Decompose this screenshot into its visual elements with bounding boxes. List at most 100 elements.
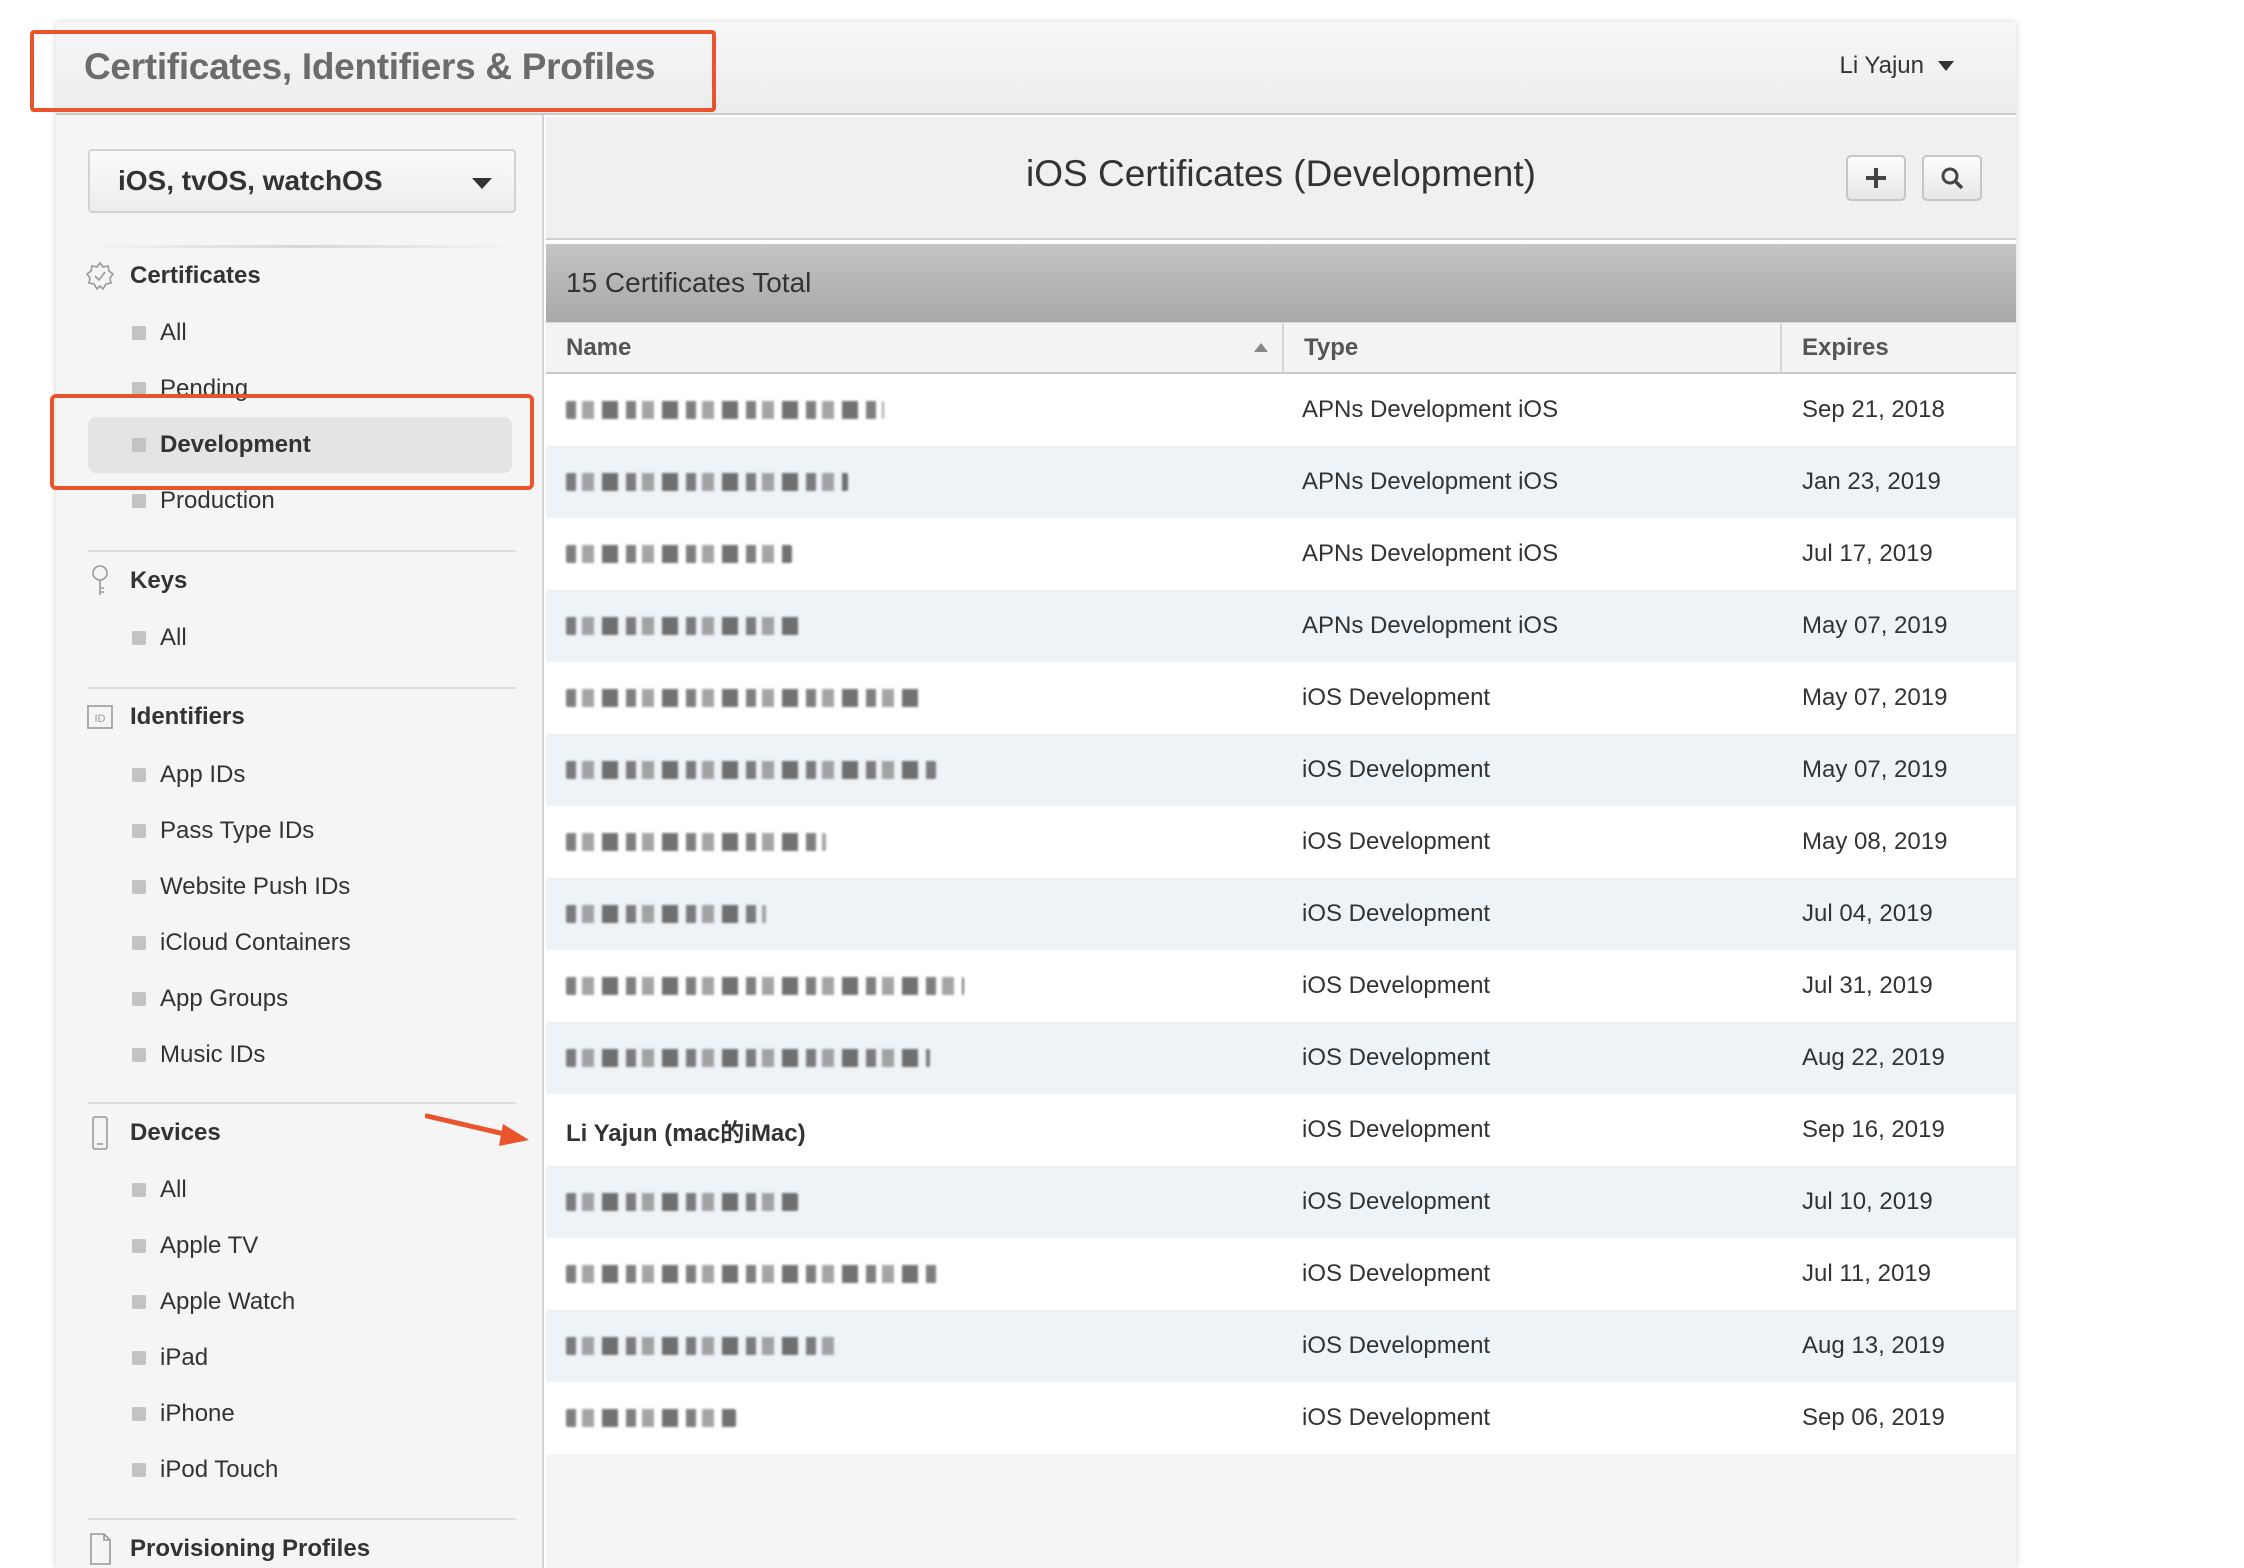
cell-type: iOS Development <box>1302 684 1491 711</box>
document-icon <box>84 1533 116 1565</box>
redacted-name <box>566 1193 798 1211</box>
sidebar-item-devices-all[interactable]: All <box>132 1176 187 1204</box>
table-row[interactable]: APNs Development iOS Sep 21, 2018 <box>546 374 2016 446</box>
sidebar-item-icloud-containers[interactable]: iCloud Containers <box>132 929 351 957</box>
search-button[interactable] <box>1922 155 1982 201</box>
sidebar-item-label: iCloud Containers <box>160 929 351 956</box>
table-row[interactable]: iOS Development Aug 13, 2019 <box>546 1310 2016 1382</box>
cell-type: iOS Development <box>1302 1116 1491 1143</box>
redacted-name <box>566 1337 838 1355</box>
column-header-expires[interactable]: Expires <box>1782 323 2014 373</box>
cell-name <box>566 590 1266 662</box>
cell-name <box>566 662 1266 734</box>
section-keys[interactable]: Keys <box>84 565 187 597</box>
sidebar-item-ipod-touch[interactable]: iPod Touch <box>132 1456 278 1484</box>
cell-name <box>566 374 1266 446</box>
column-header-type[interactable]: Type <box>1284 323 1780 373</box>
column-header-name[interactable]: Name <box>546 323 1282 373</box>
cell-type: APNs Development iOS <box>1302 468 1559 495</box>
cell-name <box>566 1310 1266 1382</box>
cell-type: APNs Development iOS <box>1302 612 1559 639</box>
section-provisioning-profiles[interactable]: Provisioning Profiles <box>84 1533 370 1565</box>
key-icon <box>84 565 116 597</box>
sidebar-item-app-groups[interactable]: App Groups <box>132 985 288 1013</box>
section-label: Keys <box>130 567 188 594</box>
sidebar-item-apple-watch[interactable]: Apple Watch <box>132 1288 295 1316</box>
sort-ascending-icon <box>1254 343 1268 352</box>
column-header-label: Expires <box>1802 334 1889 361</box>
platform-select[interactable]: iOS, tvOS, watchOS <box>88 149 516 213</box>
sidebar-item-certificates-all[interactable]: All <box>132 319 187 347</box>
cell-type: iOS Development <box>1302 1260 1491 1287</box>
cell-type: APNs Development iOS <box>1302 396 1559 423</box>
sidebar-divider <box>88 1518 516 1520</box>
main-header: iOS Certificates (Development) <box>546 117 2016 240</box>
sidebar-item-pass-type-ids[interactable]: Pass Type IDs <box>132 817 314 845</box>
table-row[interactable]: iOS Development Jul 04, 2019 <box>546 878 2016 950</box>
section-label: Provisioning Profiles <box>130 1535 371 1562</box>
cell-expires: Jul 31, 2019 <box>1802 972 1933 999</box>
table-row[interactable]: iOS Development Jul 11, 2019 <box>546 1238 2016 1310</box>
table-row[interactable]: iOS Development Jul 31, 2019 <box>546 950 2016 1022</box>
cell-expires: Aug 22, 2019 <box>1802 1044 1945 1071</box>
certificate-count: 15 Certificates Total <box>566 267 812 298</box>
sidebar-separator <box>88 245 516 248</box>
sidebar-item-music-ids[interactable]: Music IDs <box>132 1041 265 1069</box>
redacted-name <box>566 617 802 635</box>
section-certificates[interactable]: Certificates <box>84 260 261 292</box>
sidebar-item-keys-all[interactable]: All <box>132 624 187 652</box>
table-row[interactable]: iOS Development May 07, 2019 <box>546 734 2016 806</box>
certificate-table: APNs Development iOS Sep 21, 2018 APNs D… <box>546 374 2016 1454</box>
cell-name <box>566 1022 1266 1094</box>
certificate-badge-icon <box>84 260 116 292</box>
sidebar-item-certificates-production[interactable]: Production <box>132 487 275 515</box>
redacted-name <box>566 1265 940 1283</box>
device-phone-icon <box>84 1116 116 1150</box>
cell-name <box>566 878 1266 950</box>
table-row[interactable]: APNs Development iOS Jan 23, 2019 <box>546 446 2016 518</box>
sidebar-item-label: Apple TV <box>160 1232 259 1259</box>
cell-name <box>566 446 1266 518</box>
redacted-name <box>566 833 826 851</box>
cell-name <box>566 1382 1266 1454</box>
sidebar-item-label: Pass Type IDs <box>160 817 315 844</box>
section-identifiers[interactable]: ID Identifiers <box>84 701 245 733</box>
cell-type: iOS Development <box>1302 828 1491 855</box>
section-devices[interactable]: Devices <box>84 1116 221 1150</box>
bullet <box>132 1407 146 1421</box>
sidebar-divider <box>88 687 516 689</box>
sidebar-item-app-ids[interactable]: App IDs <box>132 761 245 789</box>
redacted-name <box>566 545 792 563</box>
cell-expires: May 07, 2019 <box>1802 612 1948 639</box>
sidebar-item-label: iPhone <box>160 1400 235 1427</box>
cell-type: iOS Development <box>1302 1188 1491 1215</box>
sidebar-divider <box>88 550 516 552</box>
table-row[interactable]: APNs Development iOS Jul 17, 2019 <box>546 518 2016 590</box>
sidebar-item-website-push-ids[interactable]: Website Push IDs <box>132 873 350 901</box>
column-header-label: Type <box>1304 334 1359 361</box>
redacted-name <box>566 977 964 995</box>
add-button[interactable] <box>1846 155 1906 201</box>
cell-expires: Aug 13, 2019 <box>1802 1332 1945 1359</box>
sidebar-item-label: Music IDs <box>160 1041 266 1068</box>
table-row[interactable]: iOS Development Aug 22, 2019 <box>546 1022 2016 1094</box>
table-row[interactable]: iOS Development Sep 06, 2019 <box>546 1382 2016 1454</box>
section-label: Certificates <box>130 262 261 289</box>
sidebar-item-label: iPad <box>160 1344 209 1371</box>
user-menu[interactable]: Li Yajun <box>1839 52 1954 80</box>
bullet <box>132 1351 146 1365</box>
table-row[interactable]: iOS Development May 07, 2019 <box>546 662 2016 734</box>
sidebar-item-apple-tv[interactable]: Apple TV <box>132 1232 258 1260</box>
bullet <box>132 631 146 645</box>
table-row[interactable]: iOS Development May 08, 2019 <box>546 806 2016 878</box>
table-row[interactable]: iOS Development Jul 10, 2019 <box>546 1166 2016 1238</box>
sidebar-item-label: All <box>160 624 187 651</box>
table-row[interactable]: APNs Development iOS May 07, 2019 <box>546 590 2016 662</box>
bullet <box>132 824 146 838</box>
sidebar-item-ipad[interactable]: iPad <box>132 1344 208 1372</box>
user-name: Li Yajun <box>1839 52 1924 79</box>
cell-type: iOS Development <box>1302 900 1491 927</box>
sidebar-item-iphone[interactable]: iPhone <box>132 1400 235 1428</box>
cell-name <box>566 1238 1266 1310</box>
table-row[interactable]: Li Yajun (mac的iMac) iOS Development Sep … <box>546 1094 2016 1166</box>
